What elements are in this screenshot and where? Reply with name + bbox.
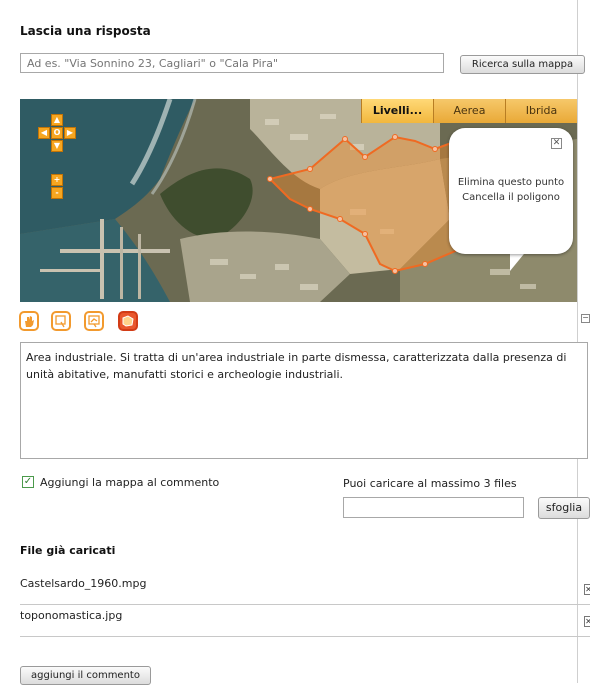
map-view[interactable]: Livelli... Aerea Ibrida ▲ ◀ O ▶ ▼ + - ✕ … [20,99,577,302]
polygon-icon[interactable] [118,311,138,331]
collapse-icon[interactable]: − [581,314,590,323]
vertex-popup: ✕ Elimina questo punto Cancella il polig… [449,128,573,254]
comment-form-page: Lascia una risposta Ricerca sulla mappa [0,0,590,685]
point-glyph [55,315,66,328]
delete-file-icon[interactable]: ✕ [584,584,590,595]
delete-point-link[interactable]: Elimina questo punto [449,177,573,188]
map-tab-livelli[interactable]: Livelli... [361,99,433,123]
pan-center-icon[interactable]: O [51,127,63,139]
hand-icon[interactable] [19,311,39,331]
zoom-in-icon[interactable]: + [51,174,63,186]
delete-file-icon[interactable]: ✕ [584,616,590,627]
zoom-out-icon[interactable]: - [51,187,63,199]
add-comment-button[interactable]: aggiungi il commento [20,666,151,685]
file-name: Castelsardo_1960.mpg [20,577,147,590]
comment-textarea[interactable]: Area industriale. Si tratta di un'area i… [20,342,588,459]
uploaded-files-heading: File già caricati [20,544,116,557]
browse-button[interactable]: sfoglia [538,497,590,519]
map-tab-aerea[interactable]: Aerea [433,99,505,123]
file-row: Castelsardo_1960.mpg ✕ [20,574,590,605]
file-name: toponomastica.jpg [20,609,123,622]
point-icon[interactable] [51,311,71,331]
map-navigation-control: ▲ ◀ O ▶ ▼ + - [38,114,78,204]
line-icon[interactable] [84,311,104,331]
file-path-input[interactable] [343,497,524,518]
pan-left-icon[interactable]: ◀ [38,127,50,139]
upload-label: Puoi caricare al massimo 3 files [343,477,517,490]
address-search-input[interactable] [20,53,444,73]
pan-up-icon[interactable]: ▲ [51,114,63,126]
attach-map-checkbox[interactable]: ✓ [22,476,34,488]
hand-glyph [25,316,34,327]
map-type-tabs: Livelli... Aerea Ibrida [361,99,577,123]
map-tab-ibrida[interactable]: Ibrida [505,99,577,123]
attach-map-label: Aggiungi la mappa al commento [40,476,220,489]
file-row: toponomastica.jpg ✕ [20,606,590,637]
line-glyph [88,315,100,328]
form-title: Lascia una risposta [20,24,151,38]
delete-polygon-link[interactable]: Cancella il poligono [449,192,573,203]
pan-down-icon[interactable]: ▼ [51,140,63,152]
pan-right-icon[interactable]: ▶ [64,127,76,139]
popup-close-icon[interactable]: ✕ [551,138,562,149]
polygon-glyph [122,315,134,327]
map-search-button[interactable]: Ricerca sulla mappa [460,55,585,74]
